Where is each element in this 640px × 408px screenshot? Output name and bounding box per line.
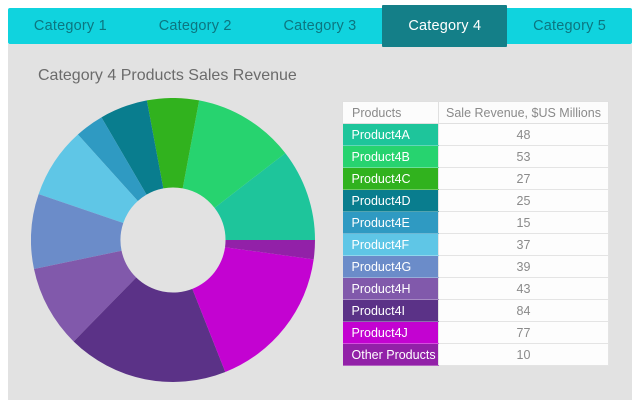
product-value-cell: 53 — [438, 145, 609, 168]
table-row: Product4I 84 — [342, 299, 609, 322]
product-value-cell: 48 — [438, 123, 609, 146]
tab-category-1[interactable]: Category 1 — [8, 8, 133, 44]
table-row: Product4B 53 — [342, 145, 609, 168]
table-row: Product4E 15 — [342, 211, 609, 234]
tab-category-4[interactable]: Category 4 — [382, 5, 508, 47]
table-row: Product4G 39 — [342, 255, 609, 278]
product-name-cell: Product4D — [342, 189, 439, 212]
products-table-body: Product4A 48 Product4B 53 Product4C 27 Product… — [342, 123, 609, 366]
product-name-cell: Product4H — [342, 277, 439, 300]
content-panel: Category 4 Products Sales Revenue Produc… — [8, 44, 632, 400]
tab-category-2[interactable]: Category 2 — [133, 8, 258, 44]
product-value-cell: 25 — [438, 189, 609, 212]
revenue-column-header: Sale Revenue, $US Millions — [438, 101, 609, 124]
product-name-cell: Product4G — [342, 255, 439, 278]
products-column-header: Products — [342, 101, 439, 124]
donut-chart — [31, 98, 315, 382]
product-name-cell: Product4F — [342, 233, 439, 256]
product-value-cell: 10 — [438, 343, 609, 366]
table-row: Product4F 37 — [342, 233, 609, 256]
tab-bar: Category 1 Category 2 Category 3 Category 4… — [8, 5, 632, 47]
product-name-cell: Product4C — [342, 167, 439, 190]
tab-category-5[interactable]: Category 5 — [507, 8, 632, 44]
table-row: Other Products 10 — [342, 343, 609, 366]
product-name-cell: Product4A — [342, 123, 439, 146]
table-row: Product4H 43 — [342, 277, 609, 300]
product-name-cell: Product4B — [342, 145, 439, 168]
product-value-cell: 15 — [438, 211, 609, 234]
product-name-cell: Other Products — [342, 343, 439, 366]
product-value-cell: 84 — [438, 299, 609, 322]
tab-label: Category 5 — [533, 18, 607, 34]
products-table-head: Products Sale Revenue, $US Millions — [342, 101, 609, 124]
product-name-cell: Product4J — [342, 321, 439, 344]
table-row: Product4D 25 — [342, 189, 609, 212]
table-row: Product4C 27 — [342, 167, 609, 190]
table-header-row: Products Sale Revenue, $US Millions — [342, 101, 609, 124]
product-value-cell: 77 — [438, 321, 609, 344]
tab-label: Category 2 — [158, 18, 232, 34]
product-name-cell: Product4I — [342, 299, 439, 322]
tab-label: Category 3 — [283, 18, 357, 34]
product-value-cell: 39 — [438, 255, 609, 278]
product-value-cell: 37 — [438, 233, 609, 256]
tab-category-3[interactable]: Category 3 — [258, 8, 383, 44]
dashboard-page: Category 1 Category 2 Category 3 Category 4… — [8, 5, 632, 400]
table-row: Product4J 77 — [342, 321, 609, 344]
table-row: Product4A 48 — [342, 123, 609, 146]
tab-label: Category 1 — [33, 18, 107, 34]
product-value-cell: 27 — [438, 167, 609, 190]
tab-label: Category 4 — [408, 18, 482, 34]
products-table: Products Sale Revenue, $US Millions Prod… — [342, 101, 609, 366]
product-value-cell: 43 — [438, 277, 609, 300]
chart-title: Category 4 Products Sales Revenue — [38, 67, 297, 84]
product-name-cell: Product4E — [342, 211, 439, 234]
